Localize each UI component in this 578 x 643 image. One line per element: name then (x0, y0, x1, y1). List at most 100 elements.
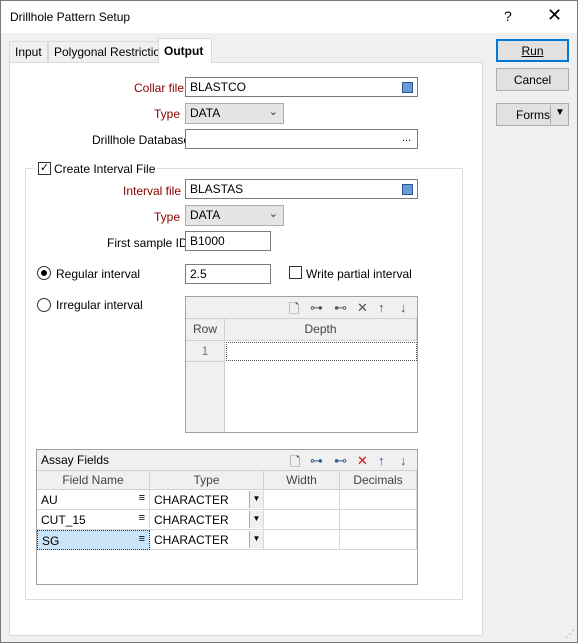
list-icon[interactable]: ≡ (139, 533, 145, 545)
first-sample-id-label: First sample ID (107, 236, 188, 250)
delete-row-icon[interactable]: ✕ (357, 300, 368, 316)
first-sample-id-value: B1000 (190, 234, 225, 248)
chevron-down-icon[interactable]: ▼ (555, 107, 565, 118)
irregular-interval-grid: 🗋 ⊶ ⊷ ✕ ↑ ↓ Row Depth 1 (185, 296, 418, 433)
grid-toolbar: 🗋 ⊶ ⊷ ✕ ↑ ↓ (186, 297, 417, 319)
collar-file-label: Collar file (134, 81, 185, 95)
collar-type-label: Type (154, 107, 181, 121)
forms-button[interactable]: Forms ▼ (496, 103, 569, 126)
list-icon[interactable]: ≡ (139, 492, 145, 504)
width-cell[interactable] (264, 490, 340, 510)
regular-interval-input[interactable]: 2.5 (185, 264, 271, 284)
regular-interval-value: 2.5 (190, 267, 207, 281)
delete-row-icon[interactable]: ✕ (357, 453, 368, 469)
window-title: Drillhole Pattern Setup (10, 10, 131, 24)
collar-file-value: BLASTCO (190, 80, 247, 94)
chevron-down-icon[interactable]: ▼ (249, 491, 263, 508)
assay-fields-grid: Assay Fields 🗋 ⊶ ⊷ ✕ ↑ ↓ Field Name Type… (36, 449, 418, 585)
tab-polygonal-restriction-label: Polygonal Restriction (54, 45, 167, 59)
collar-file-input[interactable]: BLASTCO (185, 77, 418, 97)
irregular-interval-radio[interactable] (37, 298, 51, 312)
write-partial-interval-checkbox[interactable] (289, 266, 302, 279)
type-value: CHARACTER (154, 513, 229, 527)
insert-row-icon[interactable]: ⊶ (310, 300, 323, 316)
browse-ellipsis-button[interactable]: ... (402, 132, 411, 144)
type-cell[interactable]: CHARACTER ▼ (150, 490, 264, 510)
decimals-cell[interactable] (340, 530, 417, 550)
decimals-cell[interactable] (340, 490, 417, 510)
tab-output-label: Output (164, 44, 204, 58)
width-cell[interactable] (264, 530, 340, 550)
close-button[interactable]: ✕ (547, 5, 562, 26)
tab-input[interactable]: Input (9, 41, 48, 62)
depth-header: Depth (225, 319, 417, 341)
resize-grip-icon[interactable]: ⋰ (565, 629, 575, 640)
irregular-interval-label: Irregular interval (56, 298, 143, 312)
collar-type-select[interactable]: DATA ⌄ (185, 103, 284, 124)
run-button[interactable]: Run (496, 39, 569, 62)
row-header-empty (186, 362, 225, 432)
type-value: CHARACTER (154, 533, 229, 547)
help-button[interactable]: ? (504, 8, 512, 24)
drillhole-database-label: Drillhole Database (92, 133, 191, 147)
regular-interval-radio[interactable] (37, 266, 51, 280)
width-cell[interactable] (264, 510, 340, 530)
type-value: CHARACTER (154, 493, 229, 507)
interval-file-label: Interval file (123, 184, 182, 198)
move-up-icon[interactable]: ↑ (378, 453, 385, 468)
field-name-cell[interactable]: CUT_15 ≡ (37, 510, 150, 530)
depth-cell[interactable] (226, 342, 417, 361)
row-number: 1 (186, 341, 225, 362)
tab-output[interactable]: Output (158, 38, 212, 63)
collar-type-value: DATA (190, 106, 221, 120)
interval-type-label: Type (154, 210, 181, 224)
field-name-cell[interactable]: AU ≡ (37, 490, 150, 510)
insert-row-icon[interactable]: ⊶ (310, 453, 323, 469)
interval-group-bottom (25, 599, 463, 600)
decimals-cell[interactable] (340, 510, 417, 530)
title-bar: Drillhole Pattern Setup ? ✕ (1, 1, 577, 33)
interval-file-input[interactable]: BLASTAS (185, 179, 418, 199)
cancel-button-label: Cancel (513, 73, 552, 87)
cancel-button[interactable]: Cancel (496, 68, 569, 91)
forms-button-label: Forms (516, 108, 550, 122)
interval-group-left (25, 168, 26, 600)
tab-polygonal-restriction[interactable]: Polygonal Restriction (48, 41, 173, 62)
chevron-down-icon[interactable]: ▼ (249, 531, 263, 548)
type-header: Type (150, 471, 264, 490)
interval-type-value: DATA (190, 208, 221, 222)
chevron-down-icon: ⌄ (268, 106, 278, 118)
type-cell[interactable]: CHARACTER ▼ (150, 510, 264, 530)
interval-file-value: BLASTAS (190, 182, 244, 196)
move-down-icon[interactable]: ↓ (400, 453, 407, 468)
write-partial-interval-label: Write partial interval (306, 267, 412, 281)
create-interval-label: Create Interval File (54, 162, 156, 176)
move-down-icon[interactable]: ↓ (400, 300, 407, 315)
interval-type-select[interactable]: DATA ⌄ (185, 205, 284, 226)
first-sample-id-input[interactable]: B1000 (185, 231, 271, 251)
create-interval-checkbox[interactable]: ✓ (38, 162, 51, 175)
browse-icon[interactable] (402, 184, 413, 195)
chevron-down-icon[interactable]: ▼ (249, 511, 263, 528)
tab-input-label: Input (15, 45, 42, 59)
interval-group-right (462, 168, 463, 600)
list-icon[interactable]: ≡ (139, 512, 145, 524)
append-row-icon[interactable]: ⊷ (334, 453, 347, 469)
dialog-window: Drillhole Pattern Setup ? ✕ Input Polygo… (0, 0, 578, 643)
field-name-value: CUT_15 (41, 513, 86, 527)
append-row-icon[interactable]: ⊷ (334, 300, 347, 316)
assay-fields-title: Assay Fields (41, 453, 110, 467)
width-header: Width (264, 471, 340, 490)
type-cell[interactable]: CHARACTER ▼ (150, 530, 264, 550)
field-name-value: SG (42, 534, 60, 548)
field-name-header: Field Name (37, 471, 150, 490)
field-name-value: AU (41, 493, 58, 507)
drillhole-database-input[interactable]: ... (185, 129, 418, 149)
forms-divider (550, 105, 551, 124)
browse-icon[interactable] (402, 82, 413, 93)
row-header: Row (186, 319, 225, 341)
field-name-cell[interactable]: SG ≡ (37, 530, 150, 550)
move-up-icon[interactable]: ↑ (378, 300, 385, 315)
run-button-label: Run (521, 44, 544, 58)
assay-toolbar: Assay Fields 🗋 ⊶ ⊷ ✕ ↑ ↓ (37, 450, 417, 471)
